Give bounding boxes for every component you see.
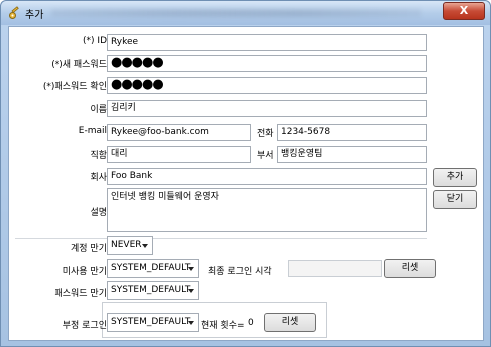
confirm-password-label: (*)패스워드 확인 bbox=[42, 82, 107, 92]
id-label: (*) ID bbox=[83, 36, 107, 46]
form-panel: (*) ID Rykee (*)새 패스워드 ●●●●● (*)패스워드 확인 … bbox=[8, 26, 484, 341]
new-password-field[interactable]: ●●●●● bbox=[107, 55, 427, 72]
description-textarea[interactable]: 인터넷 뱅킹 미들웨어 운영자 bbox=[107, 188, 427, 232]
company-label: 회사 bbox=[90, 173, 107, 183]
invalid-login-label: 부정 로그인 bbox=[62, 321, 107, 331]
title-bar-blurred-area bbox=[51, 9, 421, 17]
account-expiry-value: NEVER bbox=[111, 240, 142, 250]
chevron-down-icon bbox=[188, 289, 194, 293]
phone-label: 전화 bbox=[257, 129, 274, 139]
position-field[interactable]: 대리 bbox=[107, 146, 251, 163]
company-field[interactable]: Foo Bank bbox=[107, 168, 427, 185]
new-password-label: (*)새 패스워드 bbox=[51, 60, 107, 70]
name-label: 이름 bbox=[90, 105, 107, 115]
chevron-down-icon bbox=[188, 267, 194, 271]
dialog-window: 추가 X (*) ID Rykee (*)새 패스워드 ●●●●● (*)패스워… bbox=[0, 0, 491, 347]
last-login-label: 최종 로그인 시각 bbox=[208, 267, 272, 277]
invalid-login-value: SYSTEM_DEFAULT bbox=[111, 317, 191, 327]
separator bbox=[15, 238, 427, 239]
title-bar[interactable]: 추가 X bbox=[1, 1, 490, 25]
key-icon bbox=[9, 6, 19, 19]
password-expiry-select[interactable]: SYSTEM_DEFAULT bbox=[107, 281, 199, 300]
position-label: 직함 bbox=[90, 151, 107, 161]
confirm-password-field[interactable]: ●●●●● bbox=[107, 77, 427, 94]
unused-expiry-value: SYSTEM_DEFAULT bbox=[111, 263, 191, 273]
password-expiry-value: SYSTEM_DEFAULT bbox=[111, 285, 191, 295]
unused-expiry-select[interactable]: SYSTEM_DEFAULT bbox=[107, 259, 199, 278]
current-count-label: 현재 횟수= bbox=[201, 321, 245, 331]
name-field[interactable]: 김리키 bbox=[107, 100, 427, 117]
close-window-button[interactable]: X bbox=[443, 2, 485, 20]
phone-field[interactable]: 1234-5678 bbox=[277, 124, 427, 141]
current-count-value: 0 bbox=[248, 318, 254, 328]
chevron-down-icon bbox=[142, 244, 148, 248]
invalid-login-select[interactable]: SYSTEM_DEFAULT bbox=[107, 313, 199, 332]
chevron-down-icon bbox=[188, 321, 194, 325]
account-expiry-label: 계정 만기 bbox=[71, 244, 107, 254]
invalid-login-reset-button[interactable]: 리셋 bbox=[264, 313, 316, 332]
email-label: E-mail bbox=[78, 126, 107, 136]
last-login-field bbox=[288, 260, 382, 277]
id-field[interactable]: Rykee bbox=[107, 34, 427, 51]
window-title: 추가 bbox=[25, 10, 44, 21]
account-expiry-select[interactable]: NEVER bbox=[107, 236, 153, 255]
department-label: 부서 bbox=[257, 151, 274, 161]
close-button[interactable]: 닫기 bbox=[433, 190, 477, 209]
description-label: 설명 bbox=[90, 208, 107, 218]
password-expiry-label: 패스워드 만기 bbox=[54, 289, 107, 299]
department-field[interactable]: 뱅킹운영팀 bbox=[277, 146, 427, 163]
email-field[interactable]: Rykee@foo-bank.com bbox=[107, 124, 251, 141]
last-login-reset-button[interactable]: 리셋 bbox=[384, 259, 436, 278]
unused-expiry-label: 미사용 만기 bbox=[62, 267, 107, 277]
add-button[interactable]: 추가 bbox=[433, 168, 477, 187]
